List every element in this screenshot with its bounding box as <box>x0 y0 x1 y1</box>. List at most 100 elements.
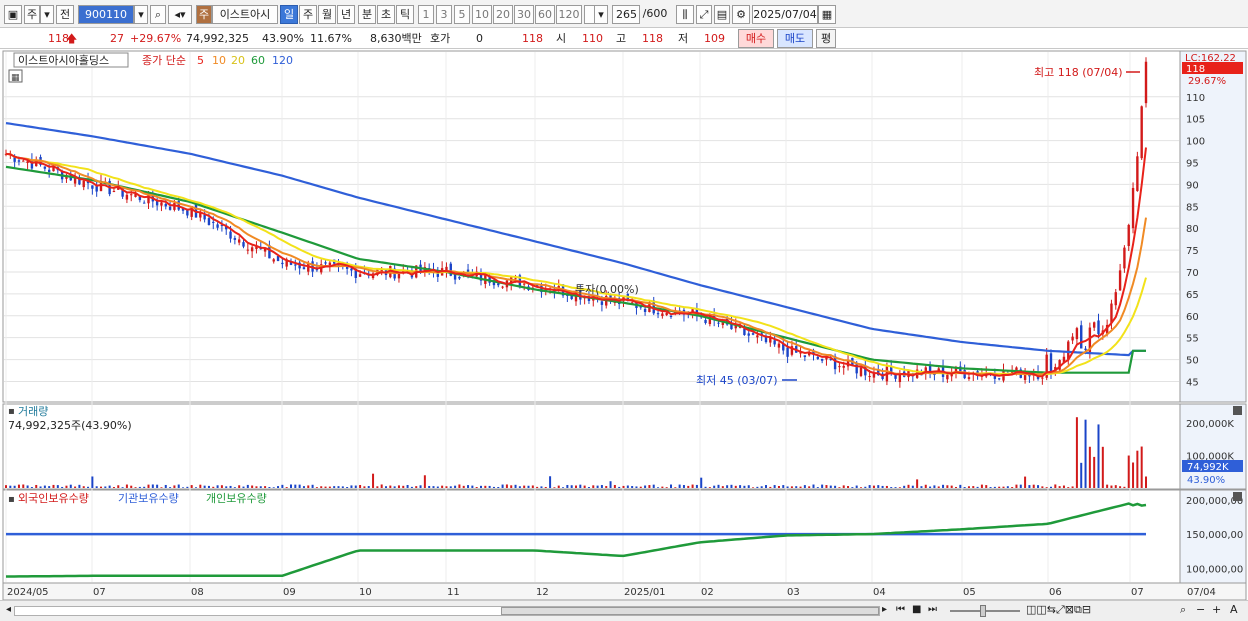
volume-close-icon[interactable] <box>1233 406 1242 415</box>
gear-icon[interactable]: ⚙ <box>732 5 750 24</box>
volume-bar <box>1058 486 1061 488</box>
volume-bar <box>341 486 344 488</box>
volume-bar <box>134 487 137 488</box>
zoom-out-icon[interactable]: − <box>1196 603 1205 616</box>
scroll-right-icon[interactable]: ▸ <box>882 604 887 615</box>
date-input[interactable]: 2025/07/04 <box>752 5 818 24</box>
volume-bar <box>1054 484 1057 488</box>
volume-bar <box>575 485 577 488</box>
volume-bar <box>242 486 245 488</box>
zoom-search-icon[interactable]: ⌕ <box>1180 603 1186 617</box>
buy-button[interactable]: 매수 <box>738 29 774 48</box>
volume-bar <box>467 485 470 488</box>
candle-body <box>600 301 604 305</box>
volume-bar <box>251 485 254 488</box>
draw-icon[interactable]: ⤢ <box>696 5 712 24</box>
table-icon-glyph[interactable]: ▦ <box>11 73 20 83</box>
market-dropdown-icon[interactable]: ▾ <box>40 5 54 24</box>
candle-body <box>212 221 215 223</box>
scroll-thumb[interactable] <box>501 607 879 615</box>
forward-icon[interactable]: ⏭ <box>928 604 937 615</box>
code-input[interactable]: 900110 <box>78 5 134 24</box>
period-tick[interactable]: 틱 <box>396 5 414 24</box>
interval-20[interactable]: 20 <box>493 5 513 24</box>
interval-60[interactable]: 60 <box>535 5 555 24</box>
volume-bar <box>1024 476 1027 488</box>
zoom-in-icon[interactable]: + <box>1212 603 1221 616</box>
candle-body <box>820 358 824 361</box>
volume-bar <box>717 484 720 488</box>
volume-bar <box>786 486 789 488</box>
period-minute[interactable]: 분 <box>358 5 376 24</box>
volume-bar <box>1114 485 1117 488</box>
interval-1[interactable]: 1 <box>418 5 434 24</box>
bottom-scrollbar[interactable]: ◂ ▸ ⏮ ■ ⏭ ◫◫⇆⤢⊠⧉⊟ ⌕ − + A <box>0 600 1248 621</box>
volume-bar <box>454 485 457 488</box>
interval-120[interactable]: 120 <box>556 5 582 24</box>
volume-bar <box>544 486 547 488</box>
bar-count-input[interactable]: 265 <box>612 5 640 24</box>
volume-bar <box>898 487 901 488</box>
candle-body <box>967 377 971 379</box>
interval-3[interactable]: 3 <box>436 5 452 24</box>
save-icon[interactable]: ▤ <box>714 5 730 24</box>
interval-dropdown-icon[interactable]: ▾ <box>594 5 608 24</box>
volume-bar <box>480 485 482 488</box>
volume-bar <box>354 485 357 488</box>
period-day[interactable]: 일 <box>280 5 298 24</box>
volume-bar <box>510 485 513 488</box>
candle-body <box>946 374 949 380</box>
market-select[interactable]: 주 <box>24 5 40 24</box>
volume-bar <box>924 484 927 488</box>
sound-icon[interactable]: ◂▾ <box>168 5 192 24</box>
rewind-icon[interactable]: ⏮ <box>896 604 905 615</box>
interval-30[interactable]: 30 <box>514 5 534 24</box>
volume-bar <box>264 486 267 488</box>
volume-bar <box>1045 487 1048 488</box>
price-tick-label: 65 <box>1186 290 1199 301</box>
scroll-track[interactable] <box>14 606 880 616</box>
calendar-icon[interactable]: ▦ <box>818 5 836 24</box>
prev-button[interactable]: 전 <box>56 5 74 24</box>
volume-bar <box>514 484 517 488</box>
volume-bar <box>864 486 867 488</box>
interval-10[interactable]: 10 <box>472 5 492 24</box>
sell-button[interactable]: 매도 <box>777 29 813 48</box>
low-marker: 최저 45 (03/07) <box>696 374 778 387</box>
volume-bar <box>704 486 707 488</box>
candle-icon[interactable]: ⫼ <box>676 5 694 24</box>
period-second[interactable]: 초 <box>377 5 395 24</box>
candle-body <box>246 249 250 251</box>
volume-bar <box>907 484 910 488</box>
stock-name: 이스트아시 <box>212 5 278 24</box>
zoom-slider-handle[interactable] <box>980 605 986 617</box>
volume-bar <box>281 484 284 488</box>
volume-bar <box>920 486 923 488</box>
volume-bar <box>216 485 219 488</box>
holdings-close-icon[interactable] <box>1233 492 1242 501</box>
candle-body <box>669 315 673 318</box>
period-year[interactable]: 년 <box>337 5 355 24</box>
volume-bar <box>989 487 992 488</box>
volume-bar <box>639 486 642 488</box>
stop-icon[interactable]: ■ <box>912 604 921 615</box>
interval-5[interactable]: 5 <box>454 5 470 24</box>
volume-bar <box>890 487 893 488</box>
tool-icons[interactable]: ◫◫⇆⤢⊠⧉⊟ <box>1026 603 1091 617</box>
volume-bar <box>860 487 862 488</box>
avg-button[interactable]: 평 <box>816 29 836 48</box>
code-dropdown-icon[interactable]: ▾ <box>134 5 148 24</box>
period-month[interactable]: 월 <box>318 5 336 24</box>
tab-stock[interactable]: 주 <box>196 5 212 24</box>
volume-bar <box>1041 486 1044 488</box>
volume-title: 거래량 <box>18 405 48 418</box>
auto-icon[interactable]: A <box>1230 603 1238 616</box>
layout-icon[interactable]: ▣ <box>4 5 22 24</box>
volume-bar <box>756 486 759 488</box>
volume-bar <box>393 486 396 488</box>
x-tick-label: 05 <box>963 587 976 598</box>
scroll-left-icon[interactable]: ◂ <box>6 604 11 615</box>
search-icon[interactable]: ⌕ <box>150 5 166 24</box>
period-week[interactable]: 주 <box>299 5 317 24</box>
volume-bar <box>497 487 500 488</box>
